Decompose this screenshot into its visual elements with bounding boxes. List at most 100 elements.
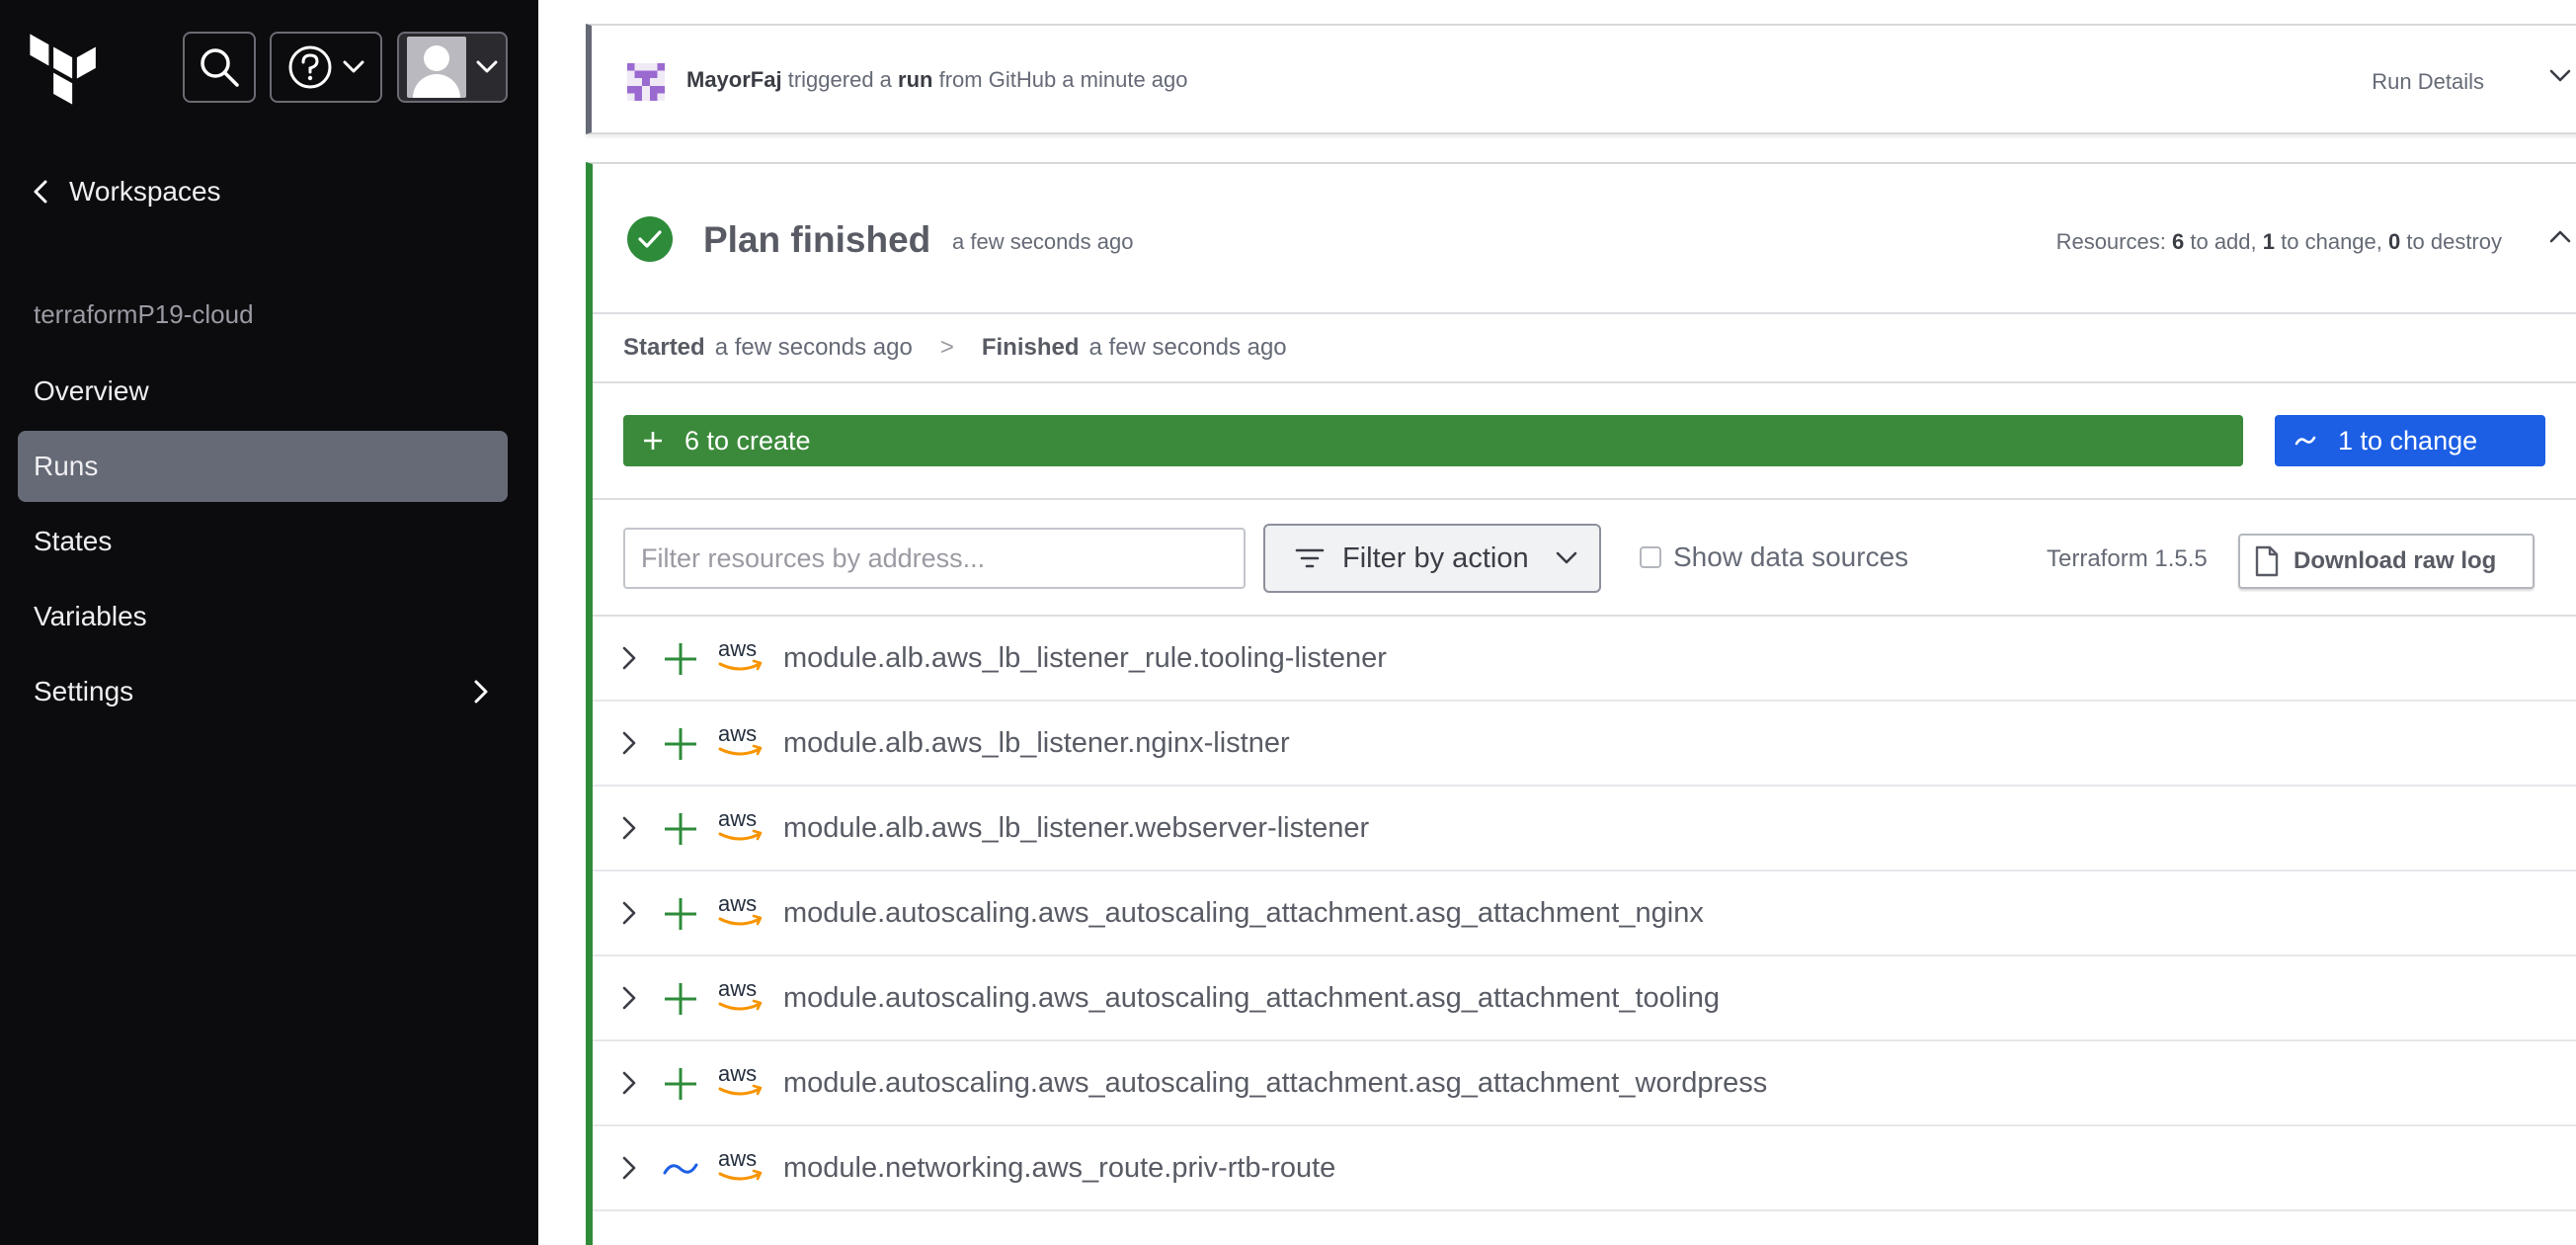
svg-text:aws: aws <box>718 891 757 916</box>
started-label: Started <box>623 334 705 361</box>
plus-icon <box>644 432 662 450</box>
resource-row[interactable]: aws module.autoscaling.aws_autoscaling_a… <box>593 1041 2576 1126</box>
change-count: 1 <box>2262 229 2276 254</box>
data-sources-checkbox[interactable] <box>1640 546 1661 568</box>
change-summary-bars: 6 to create 1 to change <box>593 383 2576 500</box>
svg-text:aws: aws <box>718 721 757 746</box>
search-button[interactable] <box>183 32 256 103</box>
add-count: 6 <box>2171 229 2185 254</box>
resources-summary: Resources: 6 to add, 1 to change, 0 to d… <box>2056 229 2502 255</box>
chevron-left-icon <box>34 180 47 204</box>
sidebar-item-variables[interactable]: Variables <box>18 581 508 652</box>
run-trigger-source: from GitHub a minute ago <box>938 67 1188 92</box>
to-change-label: 1 to change <box>2338 425 2478 456</box>
workspace-name: terraformP19-cloud <box>34 299 254 329</box>
terraform-logo[interactable] <box>28 32 103 107</box>
run-details-toggle[interactable]: Run Details <box>2372 69 2484 95</box>
chevron-right-icon[interactable] <box>622 1156 636 1180</box>
tilde-icon <box>2294 436 2316 446</box>
filter-resources-input[interactable] <box>623 528 1246 589</box>
help-icon <box>288 45 332 89</box>
to-create-label: 6 to create <box>684 425 811 456</box>
chevron-right-icon[interactable] <box>622 646 636 670</box>
timeline-separator: > <box>939 334 954 361</box>
svg-text:aws: aws <box>718 806 757 831</box>
resource-row[interactable]: aws module.alb.aws_lb_listener.webserver… <box>593 787 2576 872</box>
show-data-sources-toggle[interactable]: Show data sources <box>1640 541 1908 573</box>
sidebar-item-overview[interactable]: Overview <box>18 356 508 427</box>
chevron-right-icon[interactable] <box>622 816 636 840</box>
to-change-bar[interactable]: 1 to change <box>2275 415 2545 466</box>
user-avatar-icon <box>627 63 665 101</box>
filter-by-action-dropdown[interactable]: Filter by action <box>1263 524 1601 593</box>
user-menu-button[interactable] <box>397 32 508 103</box>
plus-icon <box>665 728 696 760</box>
help-menu-button[interactable] <box>270 32 382 103</box>
download-raw-log-button[interactable]: Download raw log <box>2238 534 2535 589</box>
sidebar-item-label: Overview <box>34 375 149 406</box>
aws-logo-icon: aws <box>718 636 763 671</box>
aws-logo-icon: aws <box>718 976 763 1011</box>
resource-row[interactable]: aws module.autoscaling.aws_autoscaling_a… <box>593 956 2576 1041</box>
sidebar-item-label: States <box>34 526 113 556</box>
filter-toolbar: Filter by action Show data sources Terra… <box>593 500 2576 617</box>
plan-card: Plan finished a few seconds ago Resource… <box>586 162 2576 1245</box>
chevron-down-icon <box>476 60 498 73</box>
resource-address: module.autoscaling.aws_autoscaling_attac… <box>783 982 1720 1014</box>
plan-header: Plan finished a few seconds ago Resource… <box>593 164 2576 314</box>
plus-icon <box>665 1068 696 1100</box>
plan-status-title: Plan finished <box>703 219 931 260</box>
resource-row[interactable]: aws module.alb.aws_lb_listener.nginx-lis… <box>593 702 2576 787</box>
destroy-count: 0 <box>2388 229 2401 254</box>
resource-row[interactable]: aws module.autoscaling.aws_autoscaling_a… <box>593 872 2576 956</box>
chevron-right-icon[interactable] <box>622 731 636 755</box>
destroy-label: to destroy <box>2406 229 2502 254</box>
chevron-down-icon <box>1556 551 1577 564</box>
avatar <box>407 37 466 98</box>
run-user[interactable]: MayorFaj <box>686 67 782 92</box>
sidebar: Workspaces terraformP19-cloud Overview R… <box>0 0 538 1245</box>
filter-icon <box>1295 548 1325 568</box>
aws-logo-icon: aws <box>718 806 763 841</box>
resource-row[interactable]: aws module.alb.aws_lb_listener_rule.tool… <box>593 617 2576 702</box>
change-label: to change, <box>2281 229 2382 254</box>
back-link-label: Workspaces <box>69 176 221 207</box>
run-trigger-card: MayorFaj triggered a run from GitHub a m… <box>586 24 2576 134</box>
aws-logo-icon: aws <box>718 891 763 926</box>
resource-row[interactable]: aws module.networking.aws_route.priv-rtb… <box>593 1126 2576 1211</box>
svg-text:aws: aws <box>718 1061 757 1086</box>
chevron-right-icon[interactable] <box>622 901 636 925</box>
chevron-down-icon <box>343 60 364 73</box>
run-word: run <box>898 67 933 92</box>
to-create-bar[interactable]: 6 to create <box>623 415 2243 466</box>
chevron-right-icon[interactable] <box>622 1071 636 1095</box>
sidebar-item-label: Settings <box>34 676 134 706</box>
sidebar-item-states[interactable]: States <box>18 506 508 577</box>
file-icon <box>2255 545 2279 577</box>
tilde-icon <box>663 1163 698 1175</box>
back-to-workspaces-link[interactable]: Workspaces <box>34 176 221 208</box>
sidebar-item-runs[interactable]: Runs <box>18 431 508 502</box>
plan-timeline: Started a few seconds ago > Finished a f… <box>593 314 2576 383</box>
plus-icon <box>665 898 696 930</box>
chevron-down-icon[interactable] <box>2549 69 2571 83</box>
svg-text:aws: aws <box>718 1146 757 1171</box>
search-icon <box>201 48 239 87</box>
resources-prefix: Resources: <box>2055 229 2166 254</box>
sidebar-item-settings[interactable]: Settings <box>18 656 508 727</box>
success-check-icon <box>627 216 673 262</box>
aws-logo-icon: aws <box>718 721 763 756</box>
plan-time: a few seconds ago <box>952 229 1134 254</box>
aws-logo-icon: aws <box>718 1146 763 1181</box>
chevron-right-icon[interactable] <box>622 986 636 1010</box>
resource-address: module.networking.aws_route.priv-rtb-rou… <box>783 1152 1336 1184</box>
chevron-up-icon[interactable] <box>2549 229 2571 243</box>
aws-logo-icon: aws <box>718 1061 763 1096</box>
sidebar-item-label: Variables <box>34 601 147 631</box>
data-sources-label: Show data sources <box>1673 541 1909 572</box>
finished-label: Finished <box>981 334 1080 361</box>
resource-address: module.autoscaling.aws_autoscaling_attac… <box>783 1067 1768 1099</box>
svg-text:aws: aws <box>718 636 757 661</box>
download-label: Download raw log <box>2294 547 2497 574</box>
resource-address: module.alb.aws_lb_listener.webserver-lis… <box>783 812 1370 844</box>
